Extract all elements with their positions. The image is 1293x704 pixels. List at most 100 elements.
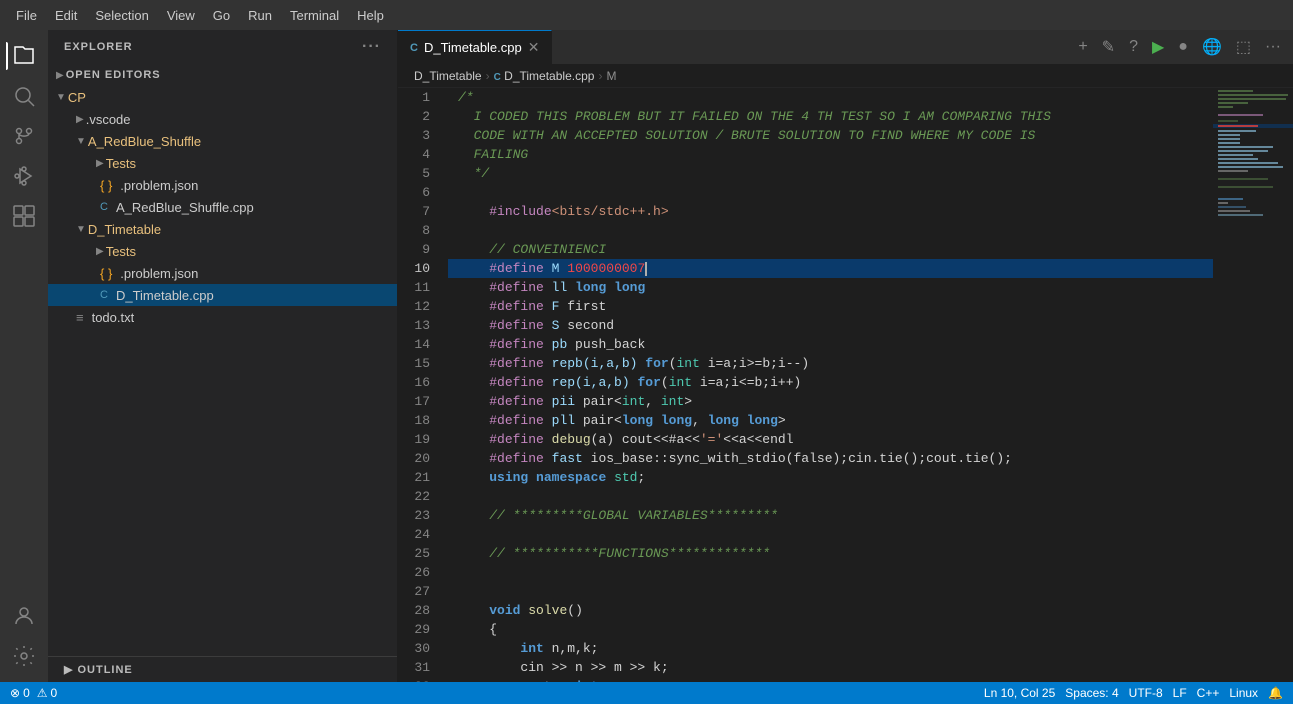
- tab-filename: D_Timetable.cpp: [424, 40, 522, 55]
- code-line-23: // *********GLOBAL VARIABLES*********: [448, 506, 1213, 525]
- problem-json-1-label: .problem.json: [120, 178, 198, 193]
- line-num-5: 5: [398, 164, 448, 183]
- code-line-14: #define pb push_back: [448, 335, 1213, 354]
- sidebar-item-tests-1[interactable]: ▶ Tests: [48, 152, 397, 174]
- menu-file[interactable]: File: [8, 6, 45, 25]
- line-num-15: 15: [398, 354, 448, 373]
- open-editors-section[interactable]: ▶ OPEN EDITORS: [48, 64, 397, 86]
- breadcrumb-symbol[interactable]: M: [606, 69, 616, 83]
- status-notifications[interactable]: 🔔: [1268, 686, 1283, 700]
- tab-action-run[interactable]: ▶: [1148, 35, 1168, 59]
- tab-action-edit[interactable]: ✎: [1098, 35, 1119, 59]
- breadcrumb-folder[interactable]: D_Timetable: [414, 69, 482, 83]
- sidebar-more-button[interactable]: ···: [362, 38, 381, 56]
- warning-count: 0: [51, 686, 58, 700]
- line-num-16: 16: [398, 373, 448, 392]
- status-platform[interactable]: Linux: [1229, 686, 1258, 700]
- sidebar-item-tests-2[interactable]: ▶ Tests: [48, 240, 397, 262]
- vscode-chevron: ▶: [76, 114, 84, 125]
- menu-edit[interactable]: Edit: [47, 6, 85, 25]
- code-line-22: [448, 487, 1213, 506]
- code-line-15: #define repb(i,a,b) for(int i=a;i>=b;i--…: [448, 354, 1213, 373]
- code-line-10: #define M 1000000007: [448, 259, 1213, 278]
- menu-terminal[interactable]: Terminal: [282, 6, 347, 25]
- menu-run[interactable]: Run: [240, 6, 280, 25]
- activity-search[interactable]: [6, 78, 42, 114]
- tab-action-add[interactable]: +: [1074, 36, 1091, 58]
- activity-explorer[interactable]: [6, 38, 42, 74]
- activity-settings[interactable]: [6, 638, 42, 674]
- line-num-1: 1: [398, 88, 448, 107]
- line-num-17: 17: [398, 392, 448, 411]
- sidebar-title: EXPLORER: [64, 41, 133, 53]
- cpp-icon-1: C: [100, 201, 108, 213]
- tab-action-more[interactable]: ···: [1261, 36, 1285, 58]
- activity-run-debug[interactable]: [6, 158, 42, 194]
- menubar: File Edit Selection View Go Run Terminal…: [0, 0, 1293, 30]
- tests2-chevron: ▶: [96, 246, 104, 257]
- code-line-16: #define rep(i,a,b) for(int i=a;i<=b;i++): [448, 373, 1213, 392]
- menu-view[interactable]: View: [159, 6, 203, 25]
- tab-action-help[interactable]: ?: [1125, 36, 1142, 58]
- code-line-2: I CODED THIS PROBLEM BUT IT FAILED ON TH…: [448, 107, 1213, 126]
- code-content[interactable]: /* I CODED THIS PROBLEM BUT IT FAILED ON…: [448, 88, 1213, 682]
- tab-bar: C D_Timetable.cpp ✕ + ✎ ? ▶ ● 🌐 ⬚ ···: [398, 30, 1293, 65]
- sidebar-item-redblue[interactable]: ▼ A_RedBlue_Shuffle: [48, 130, 397, 152]
- activity-source-control[interactable]: [6, 118, 42, 154]
- sidebar-item-redblue-cpp[interactable]: C A_RedBlue_Shuffle.cpp: [48, 196, 397, 218]
- main-container: EXPLORER ··· ▶ OPEN EDITORS ▼ CP ▶ .vsco…: [0, 30, 1293, 682]
- dtimetable-label: D_Timetable: [88, 222, 161, 237]
- code-editor[interactable]: 1 2 3 4 5 6 7 8 9 10 11 12 13 14 15 16 1…: [398, 88, 1293, 682]
- line-num-11: 11: [398, 278, 448, 297]
- tab-action-layout[interactable]: ⬚: [1232, 35, 1255, 59]
- line-num-14: 14: [398, 335, 448, 354]
- breadcrumb: D_Timetable › C D_Timetable.cpp › M: [398, 65, 1293, 88]
- sidebar-item-todo[interactable]: ≡ todo.txt: [48, 306, 397, 328]
- activity-account[interactable]: [6, 598, 42, 634]
- line-num-23: 23: [398, 506, 448, 525]
- sidebar: EXPLORER ··· ▶ OPEN EDITORS ▼ CP ▶ .vsco…: [48, 30, 398, 682]
- line-num-25: 25: [398, 544, 448, 563]
- menu-help[interactable]: Help: [349, 6, 392, 25]
- line-num-18: 18: [398, 411, 448, 430]
- tests1-chevron: ▶: [96, 158, 104, 169]
- code-line-4: FAILING: [448, 145, 1213, 164]
- status-line-col[interactable]: Ln 10, Col 25: [984, 686, 1055, 700]
- line-num-31: 31: [398, 658, 448, 677]
- status-errors[interactable]: ⊗ 0 ⚠ 0: [10, 686, 57, 700]
- tab-action-web[interactable]: 🌐: [1198, 35, 1226, 59]
- sidebar-item-problem-json-2[interactable]: { } .problem.json: [48, 262, 397, 284]
- code-line-24: [448, 525, 1213, 544]
- sidebar-item-vscode[interactable]: ▶ .vscode: [48, 108, 397, 130]
- menu-go[interactable]: Go: [205, 6, 238, 25]
- sidebar-item-dtimetable[interactable]: ▼ D_Timetable: [48, 218, 397, 240]
- status-encoding[interactable]: UTF-8: [1129, 686, 1163, 700]
- activity-extensions[interactable]: [6, 198, 42, 234]
- sidebar-item-dtimetable-cpp[interactable]: C D_Timetable.cpp: [48, 284, 397, 306]
- code-line-1: /*: [448, 88, 1213, 107]
- code-line-17: #define pii pair<int, int>: [448, 392, 1213, 411]
- sidebar-item-cp[interactable]: ▼ CP: [48, 86, 397, 108]
- breadcrumb-file[interactable]: C D_Timetable.cpp: [494, 69, 595, 83]
- json-icon-1: { }: [100, 178, 112, 193]
- problem-json-2-label: .problem.json: [120, 266, 198, 281]
- menu-selection[interactable]: Selection: [87, 6, 156, 25]
- outline-section[interactable]: ▶ OUTLINE: [48, 656, 397, 682]
- dtimetable-cpp-label: D_Timetable.cpp: [116, 288, 214, 303]
- sidebar-item-problem-json-1[interactable]: { } .problem.json: [48, 174, 397, 196]
- code-line-20: #define fast ios_base::sync_with_stdio(f…: [448, 449, 1213, 468]
- code-line-12: #define F first: [448, 297, 1213, 316]
- open-editors-chevron: ▶: [56, 70, 64, 81]
- breadcrumb-sep-2: ›: [598, 69, 602, 83]
- breadcrumb-sep-1: ›: [486, 69, 490, 83]
- tab-dtimetable[interactable]: C D_Timetable.cpp ✕: [398, 30, 552, 65]
- status-language[interactable]: C++: [1197, 686, 1220, 700]
- line-num-24: 24: [398, 525, 448, 544]
- status-line-ending[interactable]: LF: [1173, 686, 1187, 700]
- status-spaces[interactable]: Spaces: 4: [1065, 686, 1118, 700]
- vscode-label: .vscode: [86, 112, 131, 127]
- tab-action-circle[interactable]: ●: [1174, 36, 1192, 58]
- code-line-13: #define S second: [448, 316, 1213, 335]
- todo-label: todo.txt: [92, 310, 135, 325]
- tab-close-button[interactable]: ✕: [528, 39, 540, 56]
